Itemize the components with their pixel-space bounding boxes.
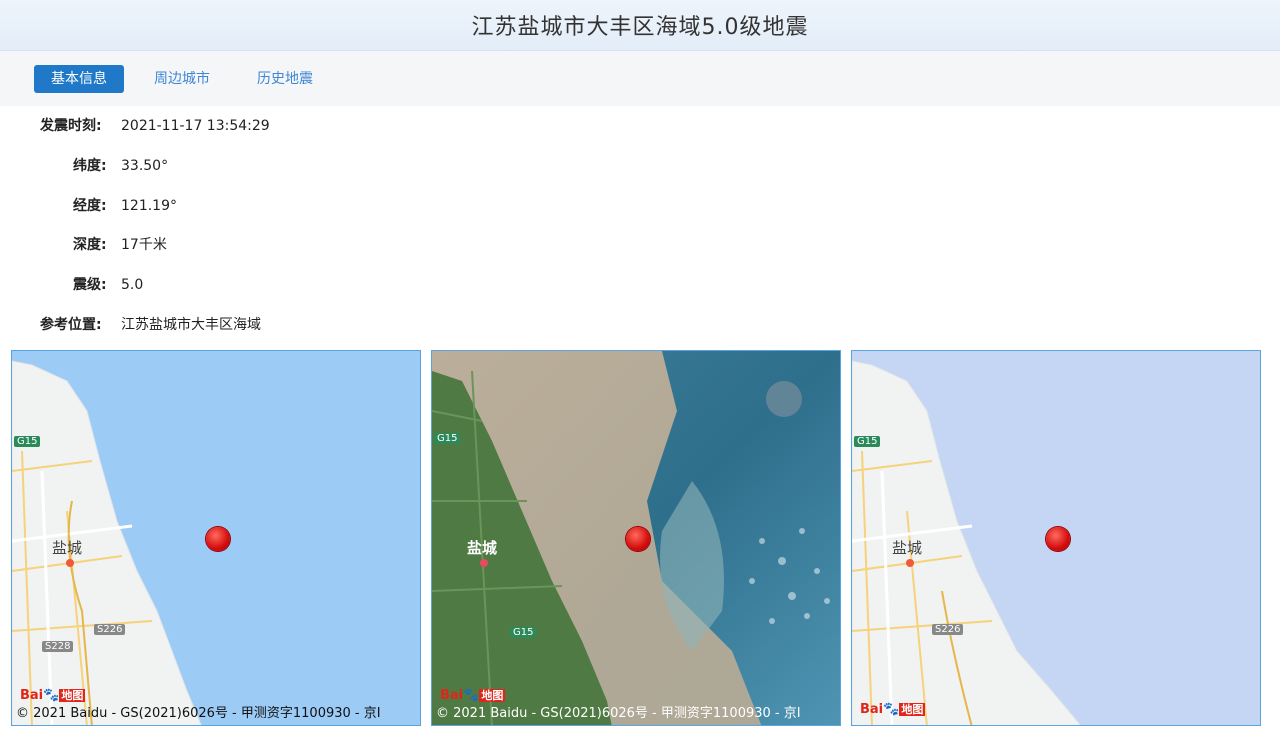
tab-history-quakes[interactable]: 历史地震 bbox=[245, 65, 325, 93]
map-city-label: 盐城 bbox=[892, 539, 923, 557]
info-label: 经度: bbox=[73, 198, 107, 214]
map-road[interactable]: 盐城 G15 S226 S228 Bai🐾 地图 © 2021 Baidu - G… bbox=[11, 350, 421, 726]
info-label: 深度: bbox=[73, 237, 107, 253]
map-copyright: © 2021 Baidu - GS(2021)6026号 - 甲测资字11009… bbox=[436, 706, 801, 721]
map-satellite[interactable]: 盐城 G15 G15 Bai🐾 地图 © 2021 Baidu - GS(2021… bbox=[431, 350, 841, 726]
map-hybrid[interactable]: 盐城 G15 S226 Bai🐾 地图 bbox=[851, 350, 1261, 726]
road-sign: S226 bbox=[94, 624, 126, 635]
map-copyright: © 2021 Baidu - GS(2021)6026号 - 甲测资字11009… bbox=[16, 706, 381, 721]
info-value: 江苏盐城市大丰区海域 bbox=[121, 317, 261, 333]
info-label: 发震时刻: bbox=[40, 118, 102, 134]
road-sign: G15 bbox=[434, 433, 461, 444]
info-value: 2021-11-17 13:54:29 bbox=[121, 118, 270, 134]
road-sign: G15 bbox=[14, 436, 41, 447]
map-city-label: 盐城 bbox=[467, 539, 498, 557]
info-label: 纬度: bbox=[73, 158, 107, 174]
info-value: 17千米 bbox=[121, 237, 167, 253]
road-sign: G15 bbox=[854, 436, 881, 447]
info-value: 33.50° bbox=[121, 158, 169, 174]
road-sign: S228 bbox=[42, 641, 74, 652]
road-sign: G15 bbox=[510, 627, 537, 638]
page-title: 江苏盐城市大丰区海域5.0级地震 bbox=[471, 15, 809, 40]
epicenter-marker[interactable] bbox=[206, 527, 230, 551]
baidu-logo: Bai🐾 地图 bbox=[20, 688, 86, 703]
info-value: 121.19° bbox=[121, 198, 177, 214]
map-city-label: 盐城 bbox=[52, 539, 83, 557]
info-label: 震级: bbox=[73, 277, 107, 293]
epicenter-marker[interactable] bbox=[1046, 527, 1070, 551]
baidu-logo: Bai🐾 地图 bbox=[440, 688, 506, 703]
tab-basic-info[interactable]: 基本信息 bbox=[34, 65, 124, 93]
tab-bar: 基本信息 周边城市 历史地震 bbox=[0, 51, 1280, 106]
baidu-logo: Bai🐾 地图 bbox=[860, 702, 926, 717]
tab-nearby-cities[interactable]: 周边城市 bbox=[142, 65, 222, 93]
road-sign: S226 bbox=[932, 624, 964, 635]
info-label: 参考位置: bbox=[40, 317, 102, 333]
epicenter-marker[interactable] bbox=[626, 527, 650, 551]
info-value: 5.0 bbox=[121, 277, 144, 293]
title-bar: 江苏盐城市大丰区海域5.0级地震 bbox=[0, 0, 1280, 51]
